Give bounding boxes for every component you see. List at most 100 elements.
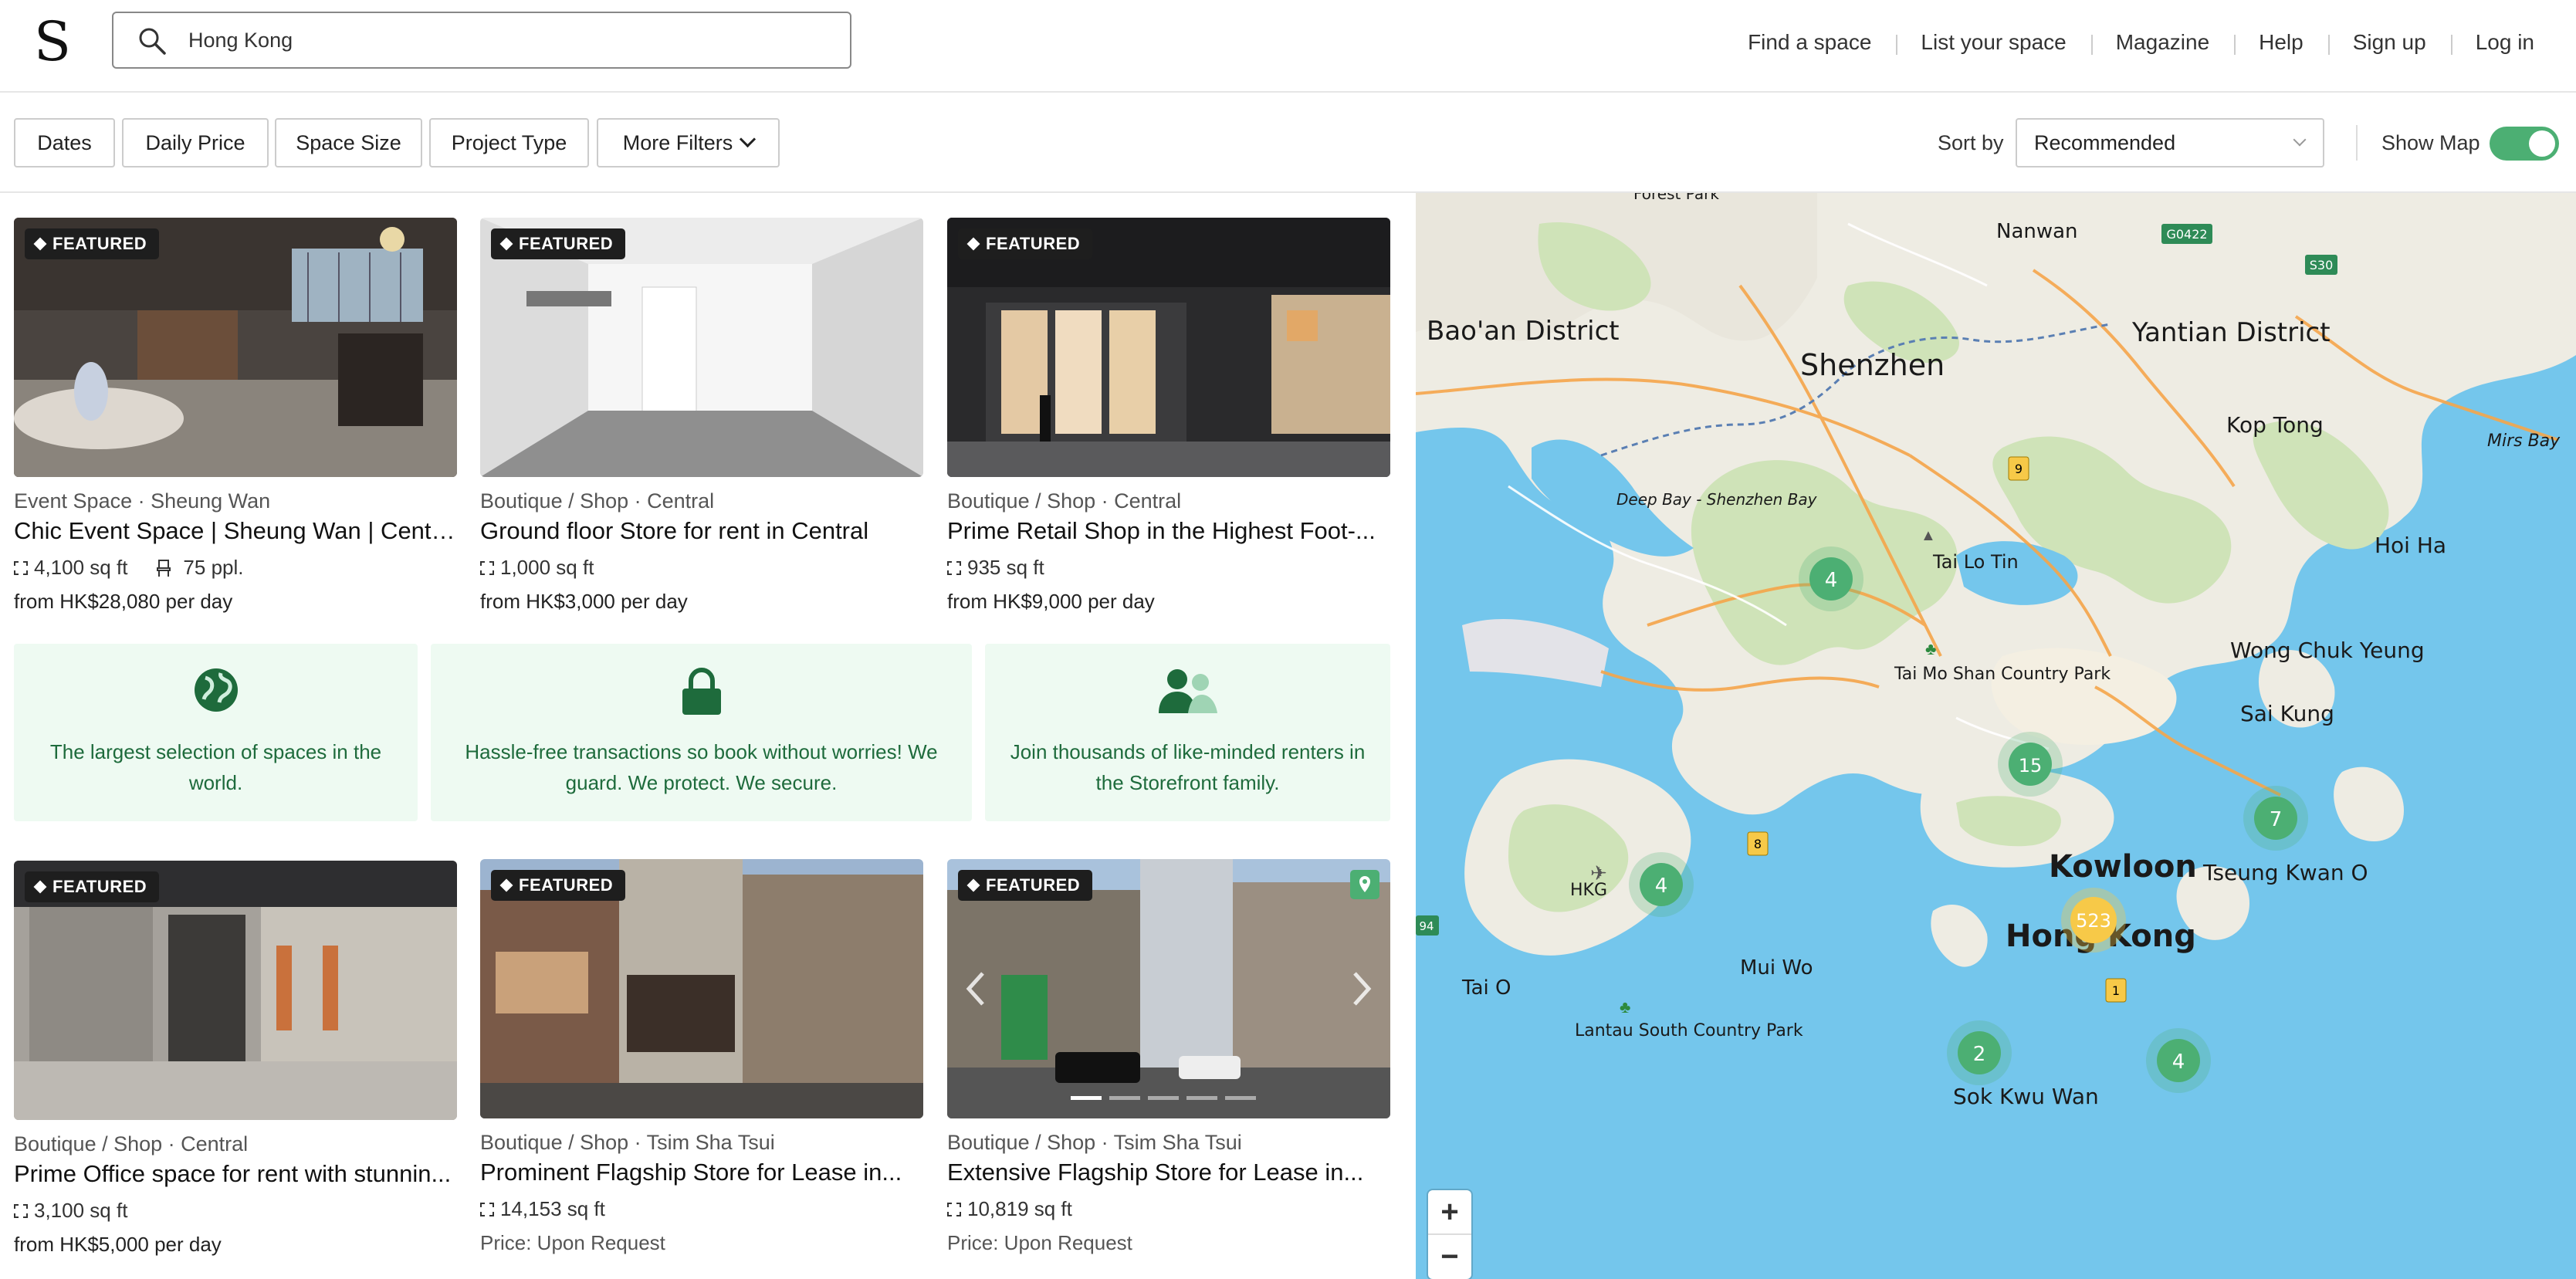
featured-label: FEATURED	[986, 234, 1081, 253]
map-label: Deep Bay - Shenzhen Bay	[1616, 490, 1818, 509]
map-label: Mirs Bay	[2487, 431, 2561, 451]
map-cluster[interactable]: 523	[2061, 888, 2126, 952]
map-label: Tai O	[1461, 976, 1511, 1000]
diamond-icon	[499, 237, 513, 251]
map-label: Hoi Ha	[2375, 533, 2446, 558]
nav-list-your-space[interactable]: List your space	[1896, 30, 2090, 55]
value-prop-security: Hassle-free transactions so book without…	[431, 644, 972, 821]
filter-daily-price-button[interactable]: Daily Price	[122, 118, 269, 167]
main-nav: Find a space List your space Magazine He…	[1723, 0, 2559, 85]
listing-meta: 4,100 sq ft 75 ppl.	[14, 556, 244, 580]
globe-icon	[194, 668, 238, 712]
map-label: Bao'an District	[1427, 316, 1620, 347]
sort-select[interactable]: Recommended	[2016, 118, 2324, 167]
filter-space-size-button[interactable]: Space Size	[275, 118, 422, 167]
listing-meta: 935 sq ft	[947, 556, 1044, 580]
listing-meta: 14,153 sq ft	[480, 1197, 605, 1221]
listing-title[interactable]: Prominent Flagship Store for Lease in...	[480, 1159, 923, 1186]
nav-help[interactable]: Help	[2234, 30, 2328, 55]
filter-project-type-button[interactable]: Project Type	[429, 118, 589, 167]
svg-text:4: 4	[1655, 875, 1668, 898]
map-label: Forest Park	[1633, 193, 1719, 203]
value-prop-text: The largest selection of spaces in the w…	[49, 740, 382, 794]
lock-icon	[682, 668, 721, 715]
listing-price: from HK$5,000 per day	[14, 1233, 222, 1256]
listing-photo[interactable]: FEATURED	[480, 859, 923, 1118]
listing-title[interactable]: Prime Retail Shop in the Highest Foot-..…	[947, 517, 1390, 545]
featured-badge: FEATURED	[958, 870, 1093, 901]
value-prop-selection: The largest selection of spaces in the w…	[14, 644, 418, 821]
show-map-toggle[interactable]	[2490, 127, 2559, 161]
more-filters-button[interactable]: More Filters	[597, 118, 780, 167]
carousel-dot-active[interactable]	[1071, 1096, 1102, 1100]
listing-category: Event Space · Sheung Wan	[14, 489, 271, 513]
value-prop-text: Hassle-free transactions so book without…	[465, 740, 938, 794]
map-label: Shenzhen	[1800, 348, 1945, 382]
map-cluster[interactable]: 15	[1998, 732, 2063, 797]
nav-magazine[interactable]: Magazine	[2090, 30, 2234, 55]
value-prop-community: Join thousands of like-minded renters in…	[985, 644, 1390, 821]
listing-title[interactable]: Chic Event Space | Sheung Wan | Central	[14, 517, 457, 545]
listing-title[interactable]: Ground floor Store for rent in Central	[480, 517, 923, 545]
nav-sign-up[interactable]: Sign up	[2327, 30, 2451, 55]
nav-find-a-space[interactable]: Find a space	[1723, 30, 1896, 55]
more-filters-label: More Filters	[622, 131, 733, 154]
capacity: 75 ppl.	[155, 556, 244, 580]
top-navigation-bar: S Hong Kong Find a space List your space…	[0, 0, 2576, 93]
listing-title[interactable]: Extensive Flagship Store for Lease in...	[947, 1159, 1390, 1186]
featured-badge: FEATURED	[25, 228, 160, 259]
carousel-prev-icon[interactable]	[964, 970, 987, 1007]
carousel-next-icon[interactable]	[1350, 970, 1373, 1007]
listing-title[interactable]: Prime Office space for rent with stunnin…	[14, 1160, 457, 1188]
map-pin-button[interactable]	[1350, 870, 1379, 899]
zoom-in-button[interactable]: +	[1428, 1190, 1471, 1233]
park-icon: ♣	[1925, 639, 1936, 658]
listing-photo[interactable]: FEATURED	[947, 218, 1390, 477]
featured-label: FEATURED	[986, 875, 1081, 895]
carousel-dot[interactable]	[1186, 1096, 1217, 1100]
listing-photo[interactable]: FEATURED	[14, 218, 457, 477]
listing-photo[interactable]: FEATURED	[947, 859, 1390, 1118]
listing-category: Boutique / Shop · Central	[480, 489, 715, 513]
listing-size: 4,100 sq ft	[34, 556, 128, 579]
featured-badge: FEATURED	[491, 870, 626, 901]
listing-meta: 10,819 sq ft	[947, 1197, 1072, 1221]
zoom-out-button[interactable]: −	[1428, 1235, 1471, 1279]
highway-shield: S30	[2310, 258, 2334, 272]
search-input[interactable]: Hong Kong	[112, 12, 851, 69]
diamond-icon	[966, 237, 980, 251]
park-icon: ♣	[1620, 997, 1630, 1017]
filter-bar: Dates Daily Price Space Size Project Typ…	[0, 93, 2576, 193]
map-cluster[interactable]: 2	[1947, 1020, 2012, 1085]
map-label: Tai Mo Shan Country Park	[1894, 665, 2111, 684]
map-label: Sai Kung	[2240, 701, 2334, 726]
listing-size: 1,000 sq ft	[500, 556, 594, 579]
map-view[interactable]: Forest Park Nanwan G0422 S30 Bao'an Dist…	[1416, 193, 2576, 1279]
seat-icon	[157, 559, 171, 577]
filter-dates-button[interactable]: Dates	[14, 118, 115, 167]
listing-price: from HK$3,000 per day	[480, 590, 688, 613]
map-cluster[interactable]: 4	[1629, 852, 1694, 917]
area-icon	[480, 560, 494, 575]
carousel-dot[interactable]	[1225, 1096, 1256, 1100]
map-label: Sok Kwu Wan	[1953, 1084, 2099, 1109]
listing-price: Price: Upon Request	[947, 1231, 1132, 1254]
map-label: Tai Lo Tin	[1932, 551, 2019, 573]
chevron-down-icon	[740, 130, 757, 148]
map-cluster[interactable]: 7	[2243, 786, 2308, 851]
listing-photo[interactable]: FEATURED	[14, 861, 457, 1120]
search-value: Hong Kong	[188, 29, 293, 52]
map-cluster[interactable]: 4	[1799, 546, 1863, 611]
featured-label: FEATURED	[519, 875, 614, 895]
sort-selected-value: Recommended	[2034, 131, 2176, 154]
listing-price: from HK$9,000 per day	[947, 590, 1155, 613]
listing-photo[interactable]: FEATURED	[480, 218, 923, 477]
carousel-dot[interactable]	[1148, 1096, 1179, 1100]
nav-log-in[interactable]: Log in	[2450, 30, 2559, 55]
route-shield: 1	[2112, 983, 2120, 998]
map-label: Wong Chuk Yeung	[2230, 638, 2425, 663]
map-cluster[interactable]: 4	[2146, 1028, 2211, 1093]
map-label: Nanwan	[1996, 220, 2078, 243]
carousel-dot[interactable]	[1109, 1096, 1140, 1100]
storefront-logo[interactable]: S	[34, 11, 80, 73]
